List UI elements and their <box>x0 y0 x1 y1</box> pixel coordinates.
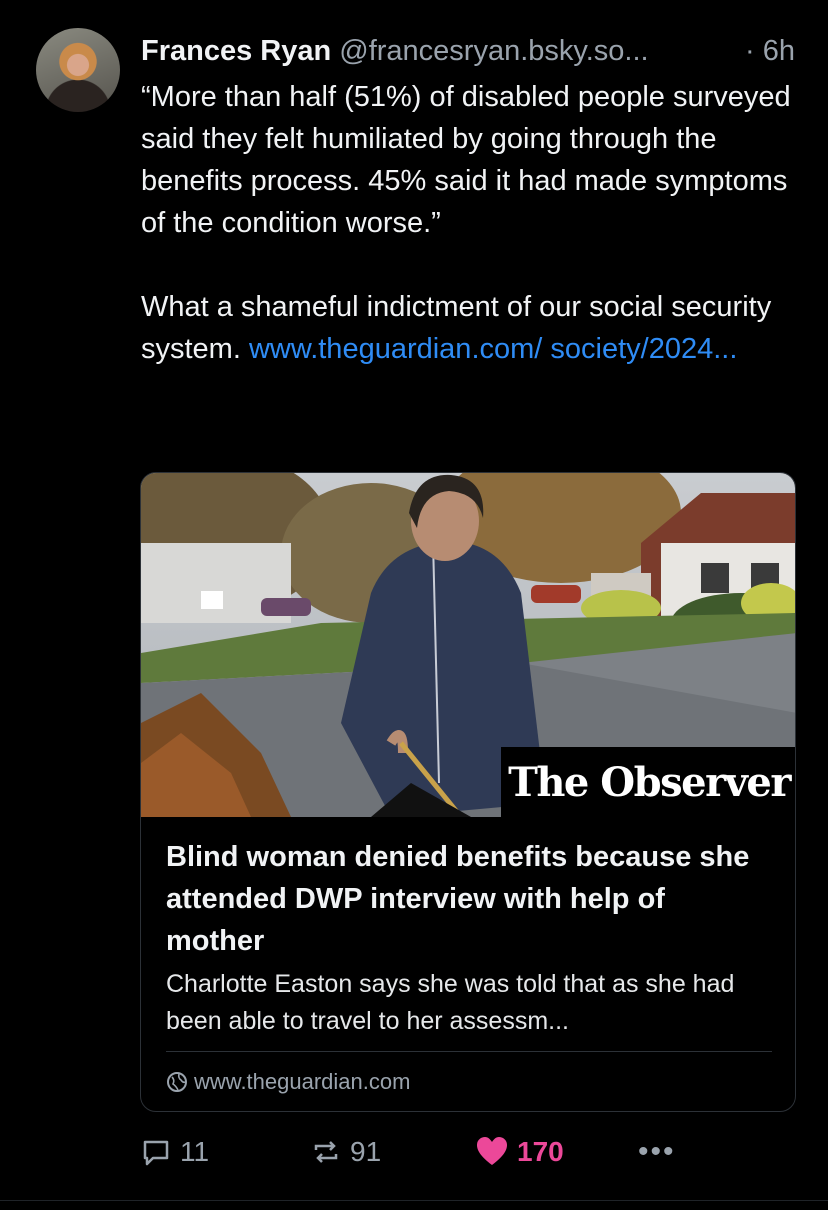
post-link[interactable]: www.theguardian.com/ society/2024... <box>249 333 737 365</box>
post-text-quote: “More than half (51%) of disabled people… <box>141 81 791 239</box>
reply-icon <box>143 1140 169 1166</box>
card-image: The Observer <box>141 473 795 817</box>
post-text: “More than half (51%) of disabled people… <box>141 76 801 370</box>
publication-logo: The Observer <box>501 747 795 817</box>
post: Frances Ryan @francesryan.bsky.so... · 6… <box>0 0 828 1210</box>
globe-icon <box>167 1072 187 1092</box>
post-text-comment: What a shameful indictment of our social… <box>141 286 801 370</box>
card-title[interactable]: Blind woman denied benefits because she … <box>166 836 766 962</box>
heart-icon <box>477 1137 507 1165</box>
avatar[interactable] <box>36 28 120 112</box>
card-domain-text: www.theguardian.com <box>194 1069 411 1094</box>
like-count: 170 <box>517 1136 564 1167</box>
post-time[interactable]: · 6h <box>745 33 795 69</box>
author-name[interactable]: Frances Ryan <box>141 35 331 67</box>
repost-button[interactable]: 91 <box>310 1130 381 1174</box>
link-card[interactable]: The Observer Blind woman denied benefits… <box>140 472 796 1112</box>
repost-icon <box>314 1141 338 1163</box>
like-button[interactable]: 170 <box>475 1130 564 1174</box>
repost-count: 91 <box>350 1136 382 1167</box>
card-domain[interactable]: www.theguardian.com <box>166 1067 410 1097</box>
post-actions: 11 91 170 ••• <box>140 1130 700 1174</box>
post-divider <box>0 1200 828 1201</box>
more-icon: ••• <box>638 1135 676 1168</box>
author-handle[interactable]: @francesryan.bsky.so... <box>339 35 648 67</box>
post-header: Frances Ryan @francesryan.bsky.so... · 6… <box>141 33 801 69</box>
card-description: Charlotte Easton says she was told that … <box>166 970 735 1035</box>
more-button[interactable]: ••• <box>638 1130 676 1174</box>
reply-count: 11 <box>180 1136 210 1167</box>
card-divider <box>166 1051 772 1052</box>
reply-button[interactable]: 11 <box>140 1130 209 1174</box>
